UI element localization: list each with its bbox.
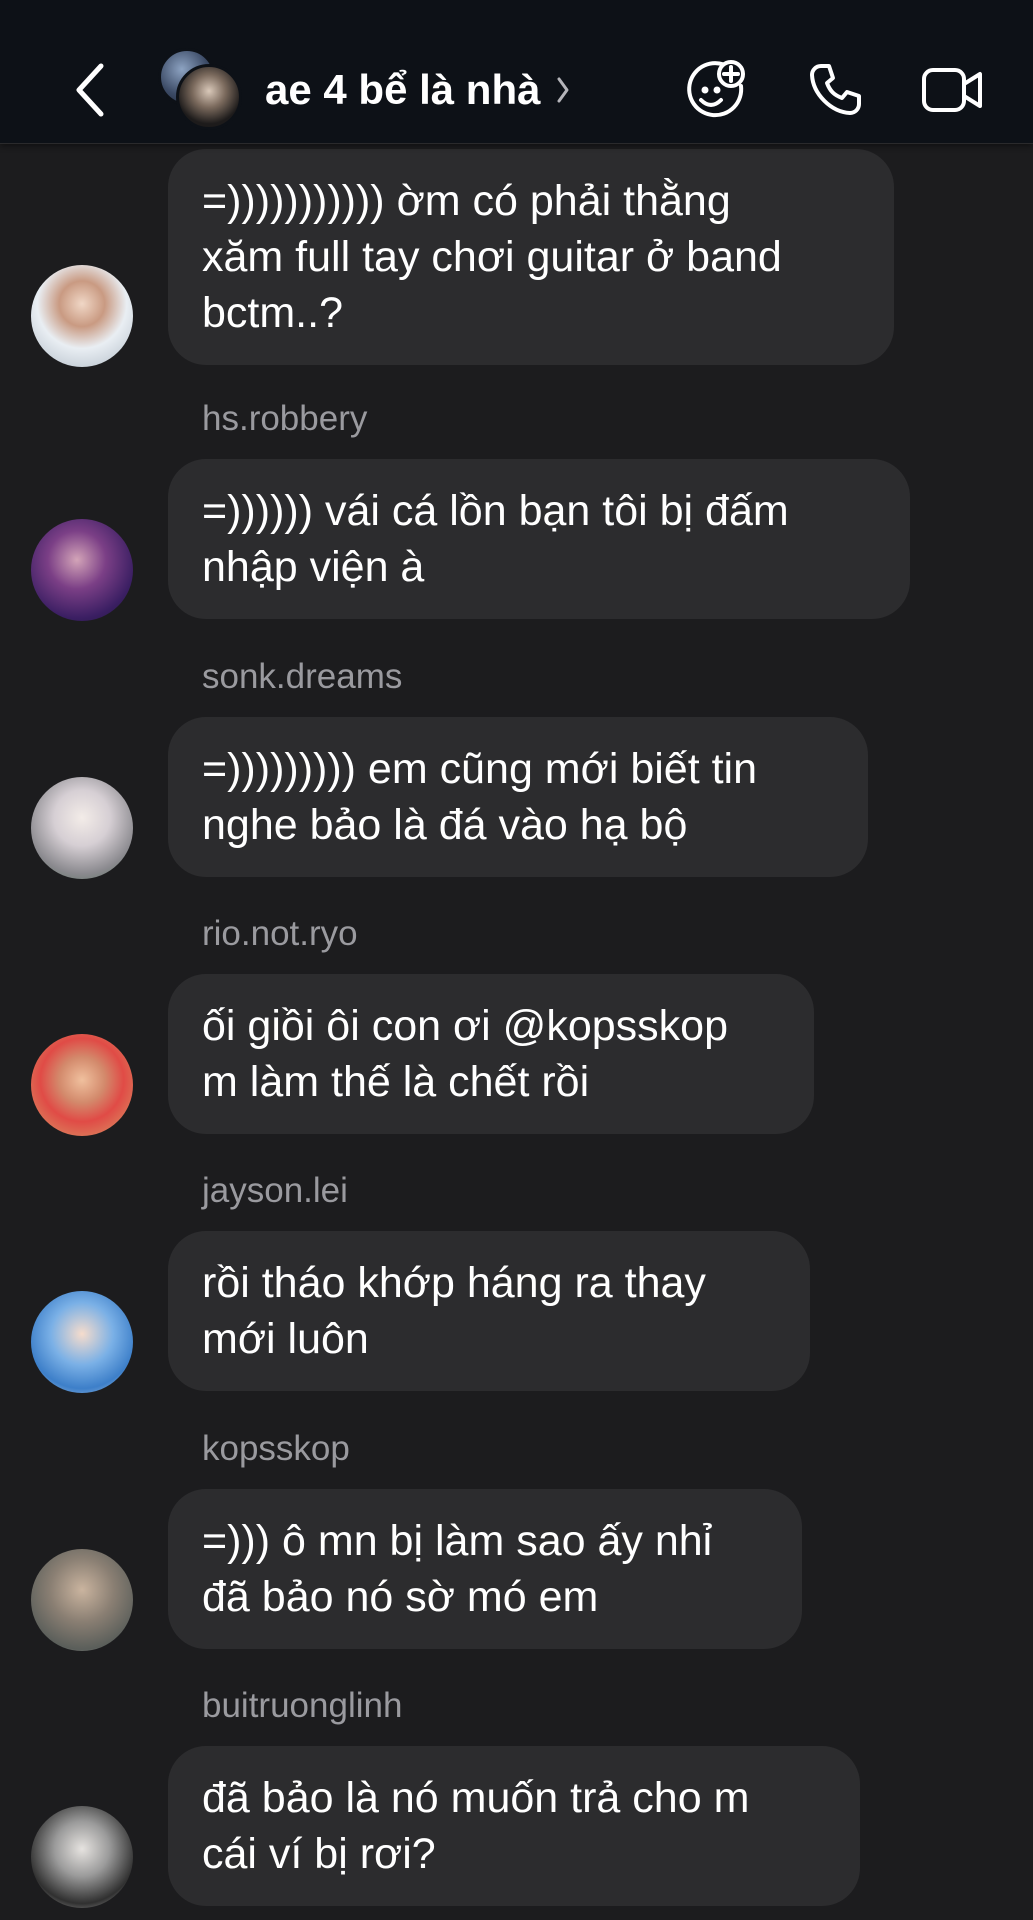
sender-name[interactable]: kopsskop [202,1429,350,1469]
sender-name[interactable]: hs.robbery [202,399,367,439]
sticker-effects-icon [687,60,745,118]
message-bubble[interactable]: đã bảo là nó muốn trả cho m cái ví bị rơ… [168,1746,860,1906]
message-bubble[interactable]: ối giồi ôi con ơi @kopsskop m làm thế là… [168,974,814,1134]
avatar[interactable] [31,519,133,621]
group-avatar[interactable] [158,48,242,130]
message-bubble[interactable]: rồi tháo khớp háng ra thay mới luôn [168,1231,810,1391]
video-call-button[interactable] [918,55,988,125]
sender-name[interactable]: rio.not.ryo [202,914,358,954]
group-avatar-front [176,64,242,130]
message-bubble[interactable]: =))) ô mn bị làm sao ấy nhỉ đã bảo nó sờ… [168,1489,802,1649]
avatar[interactable] [31,777,133,879]
message-list[interactable]: =))))))))))) ờm có phải thằng xăm full t… [0,143,1033,1920]
avatar[interactable] [31,1549,133,1651]
chevron-right-icon [556,76,570,104]
message-bubble[interactable]: =)))))) vái cá lồn bạn tôi bị đấm nhập v… [168,459,910,619]
sender-name[interactable]: sonk.dreams [202,657,402,697]
avatar[interactable] [31,1806,133,1908]
back-button[interactable] [60,50,120,130]
message-bubble[interactable]: =))))))))))) ờm có phải thằng xăm full t… [168,149,894,365]
chat-header: ae 4 bể là nhà [0,0,1033,144]
avatar[interactable] [31,265,133,367]
chat-title: ae 4 bể là nhà [265,66,541,113]
sender-name[interactable]: jayson.lei [202,1171,348,1211]
avatar[interactable] [31,1291,133,1393]
audio-call-button[interactable] [800,55,870,125]
sticker-effects-button[interactable] [680,55,750,125]
phone-icon [810,64,861,115]
chevron-left-icon [76,63,104,117]
video-camera-icon [922,68,982,112]
message-bubble[interactable]: =))))))))) em cũng mới biết tin nghe bảo… [168,717,868,877]
sender-name[interactable]: buitruonglinh [202,1686,402,1726]
chat-title-button[interactable]: ae 4 bể là nhà [265,60,570,120]
avatar[interactable] [31,1034,133,1136]
